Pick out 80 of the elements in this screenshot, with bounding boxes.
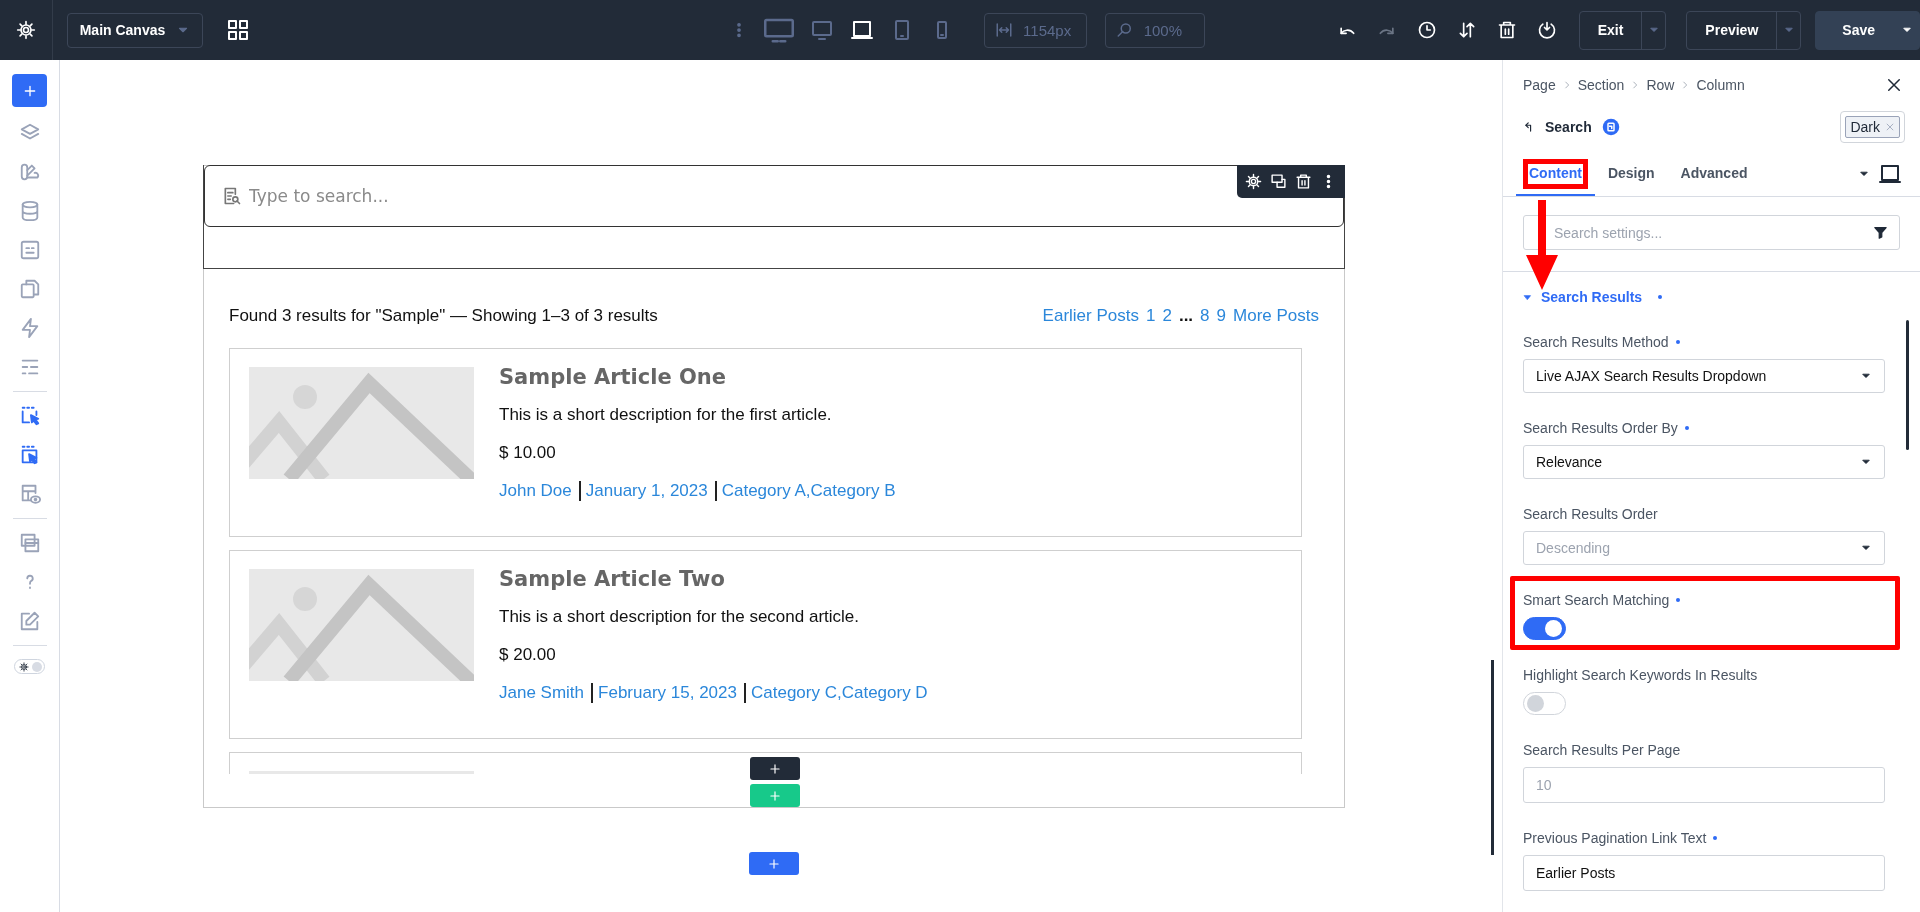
preset-badge[interactable]: Dark	[1845, 116, 1900, 138]
add-row-button[interactable]	[750, 757, 800, 780]
article-description: This is a short description for the first article.	[499, 405, 833, 425]
select-field[interactable]: Relevance	[1523, 445, 1885, 479]
power-icon[interactable]	[1536, 20, 1557, 40]
shapes-icon[interactable]	[18, 161, 41, 183]
breadcrumb-link[interactable]: Row	[1646, 77, 1675, 93]
module-title: Search	[1545, 119, 1592, 135]
filter-icon[interactable]	[1873, 225, 1888, 240]
toggle-switch[interactable]	[1523, 617, 1566, 640]
text-field[interactable]: Earlier Posts	[1523, 855, 1885, 891]
pagination-ellipsis: ...	[1178, 306, 1194, 326]
field-label: Previous Pagination Link Text	[1523, 830, 1707, 846]
resize-handle[interactable]	[1491, 660, 1494, 855]
author-link[interactable]: John Doe	[499, 481, 572, 501]
text-field[interactable]: 10	[1523, 767, 1885, 803]
windows-icon[interactable]	[18, 532, 41, 554]
gear-icon[interactable]	[1245, 173, 1262, 190]
pagination-link[interactable]: More Posts	[1233, 306, 1319, 326]
field-label: Smart Search Matching	[1523, 592, 1670, 608]
breadcrumb-link[interactable]: Section	[1577, 77, 1625, 93]
plus-icon	[768, 788, 782, 803]
zoom-field[interactable]: 100%	[1104, 12, 1205, 48]
article-description: This is a short description for the second article.	[499, 607, 860, 627]
tab[interactable]: Advanced	[1667, 152, 1761, 196]
plus-icon	[768, 761, 782, 776]
settings-search-field[interactable]: Search settings...	[1523, 215, 1900, 250]
trash-icon[interactable]	[1496, 20, 1517, 40]
category-link[interactable]: Category C,Category D	[743, 683, 928, 703]
edit-icon[interactable]	[18, 610, 41, 632]
close-icon[interactable]	[1885, 76, 1903, 94]
breadcrumb-link[interactable]: Column	[1696, 77, 1745, 93]
field-label: Search Results Order By	[1523, 420, 1678, 436]
field-label: Search Results Per Page	[1523, 742, 1681, 758]
article-price: $ 10.00	[499, 443, 557, 463]
canvas-dropdown[interactable]: Main Canvas	[66, 12, 204, 48]
article-title[interactable]: Sample Article One	[499, 365, 896, 389]
clock-icon[interactable]	[1416, 20, 1437, 40]
article-price: $ 20.00	[499, 645, 557, 665]
search-field[interactable]: Type to search...	[204, 165, 1344, 227]
width-field[interactable]: 1154px	[984, 12, 1087, 48]
pages-icon[interactable]	[18, 278, 41, 300]
add-section-button[interactable]	[749, 852, 799, 875]
document-search-icon	[222, 186, 242, 206]
trash-icon[interactable]	[1295, 173, 1312, 190]
form-icon[interactable]	[18, 239, 41, 261]
field-label: Search Results Order	[1523, 506, 1658, 522]
category-link[interactable]: Category A,Category B	[714, 481, 896, 501]
tab[interactable]: Design	[1594, 152, 1668, 196]
duplicate-icon[interactable]	[1270, 173, 1287, 190]
pagination-link[interactable]: Earlier Posts	[1042, 306, 1139, 326]
date-link[interactable]: February 15, 2023	[591, 683, 737, 703]
field-label: Search Results Method	[1523, 334, 1669, 350]
field-label: Highlight Search Keywords In Results	[1523, 667, 1758, 683]
plus-icon	[767, 856, 781, 871]
add-button[interactable]	[12, 74, 47, 107]
grid-icon[interactable]	[226, 18, 251, 42]
width-arrows-icon	[995, 21, 1014, 39]
author-link[interactable]: Jane Smith	[499, 683, 585, 703]
laptop-icon[interactable]	[1878, 162, 1902, 186]
results-summary: Found 3 results for "Sample" — Showing 1–3 of 3 results	[229, 306, 658, 326]
article-title[interactable]: Sample Article Two	[499, 567, 928, 591]
select-field[interactable]: Descending	[1523, 531, 1885, 565]
pagination-link[interactable]: 8	[1200, 306, 1210, 326]
pagination-link[interactable]: 1	[1145, 306, 1156, 326]
date-link[interactable]: January 1, 2023	[578, 481, 708, 501]
breadcrumb-link[interactable]: Page	[1523, 77, 1556, 93]
gear-icon[interactable]	[15, 20, 36, 40]
pagination-link[interactable]: 2	[1162, 306, 1172, 326]
remove-icon[interactable]	[1885, 122, 1895, 132]
gear-icon	[19, 661, 29, 672]
scrollbar[interactable]	[1906, 320, 1909, 450]
monitor-icon[interactable]	[810, 18, 835, 42]
search-icon	[1115, 21, 1134, 39]
tab[interactable]: Content	[1516, 152, 1595, 196]
pagination-link[interactable]: 9	[1216, 306, 1226, 326]
section-toggle[interactable]: Search Results	[1523, 289, 1885, 305]
select-field[interactable]: Live AJAX Search Results Dropdown	[1523, 359, 1885, 393]
laptop-icon[interactable]	[850, 18, 875, 42]
triangle-icon	[1523, 292, 1532, 302]
